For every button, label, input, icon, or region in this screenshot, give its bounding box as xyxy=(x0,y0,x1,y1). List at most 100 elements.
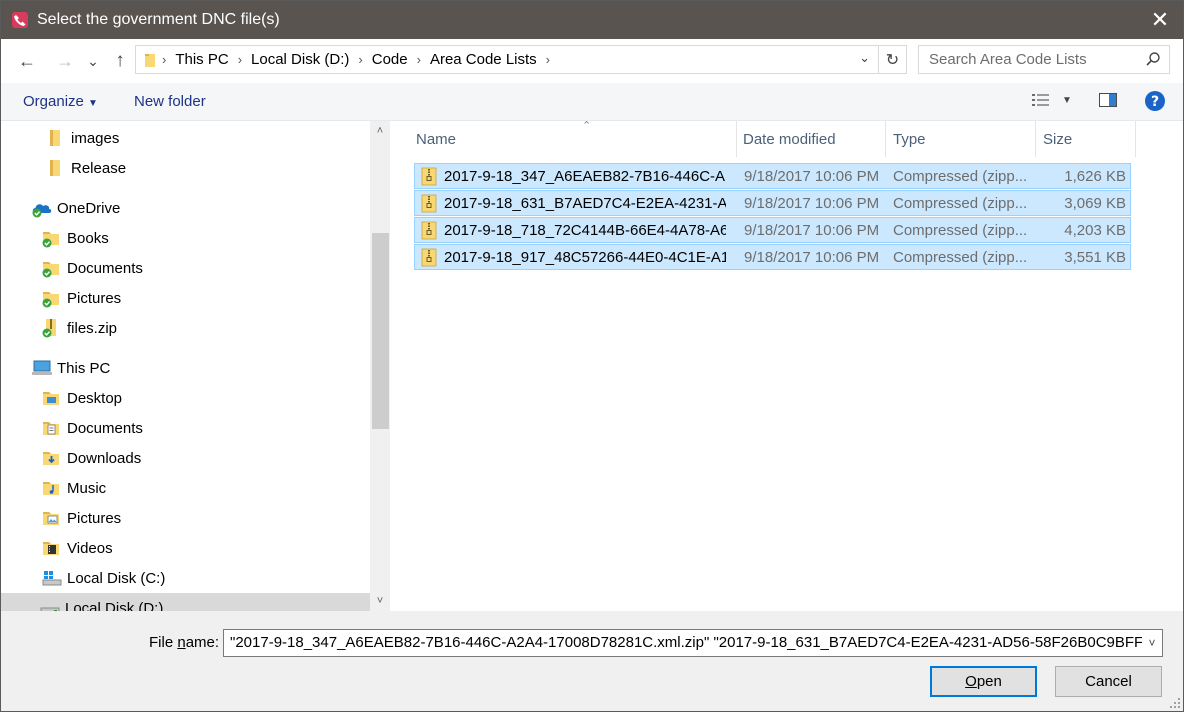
preview-pane-button[interactable] xyxy=(1098,91,1118,113)
sidebar-item[interactable]: Local Disk (C:) xyxy=(41,563,331,593)
column-header-type[interactable]: Type xyxy=(885,121,1036,157)
chevron-right-icon[interactable]: › xyxy=(544,52,552,67)
sidebar-item[interactable]: This PC xyxy=(31,353,331,383)
zip-file-icon xyxy=(421,194,437,213)
sidebar-item[interactable]: Music xyxy=(41,473,331,503)
breadcrumb-code[interactable]: Code xyxy=(365,51,415,68)
file-row[interactable]: 2017-9-18_631_B7AED7C4-E2EA-4231-A... 9/1… xyxy=(414,190,1131,216)
chevron-right-icon[interactable]: › xyxy=(160,52,168,67)
file-type-cell: Compressed (zipp... xyxy=(893,249,1028,266)
scroll-up-button[interactable]: ˄ xyxy=(370,121,390,141)
chevron-right-icon[interactable]: › xyxy=(236,52,244,67)
open-accesskey: O xyxy=(965,673,977,690)
music-folder-icon xyxy=(41,478,61,498)
chevron-up-icon: ˄ xyxy=(376,125,384,137)
organize-menu-button[interactable]: Organize ▼ xyxy=(23,93,98,110)
file-type-cell: Compressed (zipp... xyxy=(893,168,1028,185)
onedrive-icon xyxy=(31,198,52,218)
sidebar-item[interactable]: Books xyxy=(41,223,331,253)
sidebar-item-label: Local Disk (C:) xyxy=(67,569,166,587)
sidebar-item-label: Pictures xyxy=(67,289,122,307)
sidebar-item-label: Books xyxy=(67,229,109,247)
sidebar-item[interactable]: images xyxy=(45,123,331,153)
breadcrumb: › This PC › Local Disk (D:) › Code › Are… xyxy=(160,46,552,73)
file-name-cell: 2017-9-18_631_B7AED7C4-E2EA-4231-A... xyxy=(444,195,726,212)
sidebar-item-label: Videos xyxy=(67,539,113,557)
sidebar-item-label: Release xyxy=(71,159,127,177)
new-folder-button[interactable]: New folder xyxy=(134,93,206,110)
dropdown-triangle-icon: ▼ xyxy=(88,98,98,109)
recent-locations-button[interactable]: ⌄ xyxy=(85,49,101,73)
dialog-footer: File name: "2017-9-18_347_A6EAEB82-7B16-… xyxy=(1,611,1183,711)
file-name-cell: 2017-9-18_917_48C57266-44E0-4C1E-A1... xyxy=(444,249,726,266)
sidebar-item-label: Downloads xyxy=(67,449,142,467)
scroll-down-button[interactable]: ˅ xyxy=(370,591,390,611)
address-history-dropdown-icon[interactable]: ⌄ xyxy=(859,50,870,66)
change-view-button[interactable] xyxy=(1031,91,1051,113)
folder-icon xyxy=(45,128,65,148)
view-options-dropdown[interactable]: ▼ xyxy=(1062,95,1072,106)
sidebar-item[interactable]: Local Disk (D:) xyxy=(1,593,370,611)
forward-arrow-icon: → xyxy=(56,50,74,71)
address-bar[interactable]: › This PC › Local Disk (D:) › Code › Are… xyxy=(135,45,907,74)
documents-folder-icon xyxy=(41,418,61,438)
resize-grip-icon[interactable] xyxy=(1169,697,1181,709)
file-row[interactable]: 2017-9-18_917_48C57266-44E0-4C1E-A1... 9/… xyxy=(414,244,1131,270)
sidebar-item-label: OneDrive xyxy=(57,199,121,217)
navigation-scrollbar[interactable]: ˄ ˅ xyxy=(370,121,390,611)
chevron-right-icon[interactable]: › xyxy=(415,52,423,67)
sidebar-item[interactable]: Documents xyxy=(41,413,331,443)
navigation-pane: images Release OneDrive Books Documents Pictu… xyxy=(1,121,370,611)
sidebar-item[interactable]: Desktop xyxy=(41,383,331,413)
breadcrumb-area-code-lists[interactable]: Area Code Lists xyxy=(423,51,544,68)
file-size-cell: 3,551 KB xyxy=(1064,249,1126,266)
sidebar-item[interactable]: Pictures xyxy=(41,503,331,533)
breadcrumb-local-disk-d[interactable]: Local Disk (D:) xyxy=(244,51,356,68)
search-placeholder: Search Area Code Lists xyxy=(929,51,1087,68)
up-button[interactable]: ↑ xyxy=(109,49,131,73)
column-header-date[interactable]: Date modified xyxy=(735,121,886,157)
sidebar-item[interactable]: Pictures xyxy=(41,283,331,313)
file-name-label: File name: xyxy=(149,634,219,651)
sidebar-item[interactable]: OneDrive xyxy=(31,193,331,223)
column-header-name[interactable]: ⌃ Name xyxy=(408,120,737,157)
scrollbar-thumb[interactable] xyxy=(372,233,389,429)
refresh-button[interactable]: ↻ xyxy=(878,46,906,73)
sort-ascending-icon: ⌃ xyxy=(582,120,592,132)
back-button[interactable]: ← xyxy=(15,49,39,73)
sidebar-item[interactable]: Documents xyxy=(41,253,331,283)
zip-file-icon xyxy=(421,167,437,186)
chevron-right-icon[interactable]: › xyxy=(356,52,364,67)
navigation-bar: ← → ⌄ ↑ › This PC › Local Disk (D:) › Co… xyxy=(1,39,1183,83)
column-header-size[interactable]: Size xyxy=(1035,121,1136,157)
file-name-dropdown-button[interactable]: ˅ xyxy=(1142,630,1162,656)
window-title: Select the government DNC file(s) xyxy=(37,11,280,28)
up-arrow-icon: ↑ xyxy=(115,50,125,71)
file-size-cell: 3,069 KB xyxy=(1064,195,1126,212)
pictures-folder-icon xyxy=(41,508,61,528)
sidebar-item[interactable]: Downloads xyxy=(41,443,331,473)
sidebar-item[interactable]: Videos xyxy=(41,533,331,563)
details-view-icon xyxy=(1032,94,1049,106)
breadcrumb-this-pc[interactable]: This PC xyxy=(168,51,235,68)
file-name-field[interactable]: "2017-9-18_347_A6EAEB82-7B16-446C-A2A4-1… xyxy=(223,629,1163,657)
open-button[interactable]: Open xyxy=(930,666,1037,697)
sidebar-item[interactable]: Release xyxy=(45,153,331,183)
cancel-button[interactable]: Cancel xyxy=(1055,666,1162,697)
synced-folder-icon xyxy=(41,228,61,248)
forward-button[interactable]: → xyxy=(53,49,77,73)
search-input[interactable]: Search Area Code Lists xyxy=(918,45,1170,74)
file-row[interactable]: 2017-9-18_718_72C4144B-66E4-4A78-A6... 9/… xyxy=(414,217,1131,243)
videos-folder-icon xyxy=(41,538,61,558)
help-button[interactable]: ? xyxy=(1144,90,1166,116)
sidebar-item-label: Music xyxy=(67,479,107,497)
chevron-down-icon: ⌄ xyxy=(87,52,99,69)
sidebar-item-label: Pictures xyxy=(67,509,122,527)
drive-icon xyxy=(39,598,60,611)
sidebar-item-label: Desktop xyxy=(67,389,123,407)
synced-zip-icon xyxy=(41,318,61,338)
sidebar-item[interactable]: files.zip xyxy=(41,313,331,343)
close-button[interactable]: ✕ xyxy=(1137,1,1183,39)
sidebar-item-label: Local Disk (D:) xyxy=(65,599,164,612)
file-row[interactable]: 2017-9-18_347_A6EAEB82-7B16-446C-A... 9/1… xyxy=(414,163,1131,189)
